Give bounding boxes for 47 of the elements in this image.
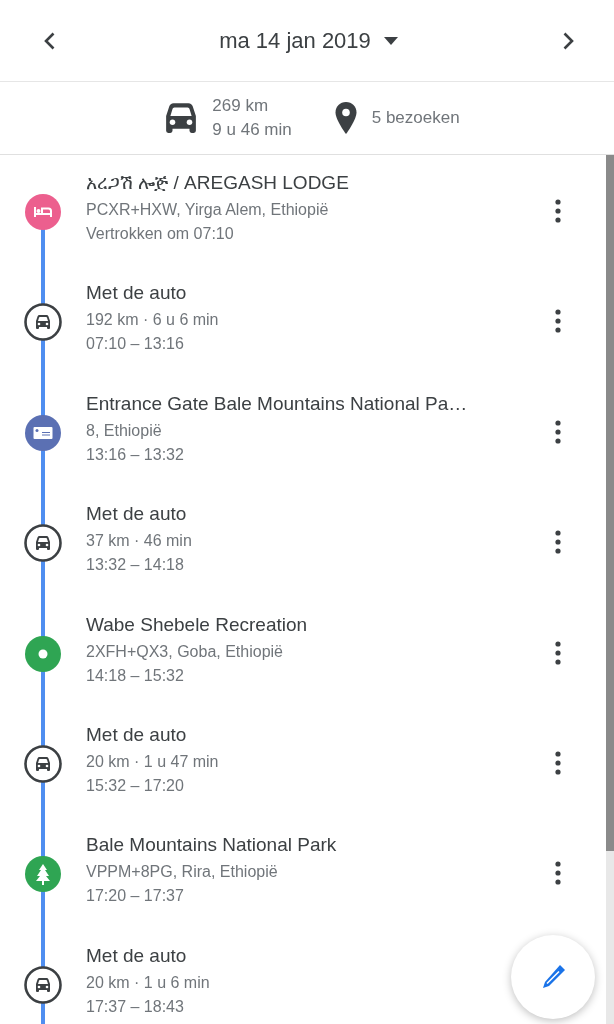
dropdown-icon: [382, 35, 399, 46]
car-icon: [164, 101, 199, 135]
place-address: PCXR+HXW, Yirga Alem, Ethiopië: [86, 200, 330, 220]
travel-mode: Met de auto: [86, 722, 188, 747]
more-vertical-icon: [555, 199, 561, 223]
time-range: 17:20 – 17:37: [86, 886, 185, 907]
time-range: 13:16 – 13:32: [86, 444, 185, 465]
more-vertical-icon: [555, 640, 561, 665]
travel-mode: Met de auto: [86, 943, 188, 968]
total-duration: 9 u 46 min: [212, 119, 292, 141]
place-name: Entrance Gate Bale Mountains National Pa…: [86, 391, 469, 416]
more-vertical-icon: [555, 750, 561, 775]
visit-count: 5 bezoeken: [371, 108, 460, 128]
distance-duration: 37 km · 46 min: [86, 531, 193, 552]
place-dot-icon: [25, 635, 61, 672]
more-vertical-icon: [555, 309, 561, 334]
car-icon: [24, 744, 62, 783]
time-range: Vertrokken om 07:10: [86, 224, 235, 244]
more-vertical-icon: [555, 861, 561, 886]
ticket-icon: [25, 414, 61, 451]
scrollbar-thumb[interactable]: [606, 155, 614, 851]
car-icon: [24, 965, 62, 1004]
distance-duration: 20 km · 1 u 6 min: [86, 972, 211, 993]
bed-icon: [25, 194, 61, 230]
place-name: Bale Mountains National Park: [86, 833, 338, 858]
total-distance: 269 km: [212, 95, 270, 117]
time-range: 14:18 – 15:32: [86, 665, 185, 686]
travel-mode: Met de auto: [86, 281, 188, 306]
tree-icon: [25, 856, 61, 893]
distance-duration: 20 km · 1 u 47 min: [86, 751, 220, 772]
time-range: 13:32 – 14:18: [86, 555, 185, 576]
car-icon: [24, 524, 62, 563]
place-address: 2XFH+QX3, Goba, Ethiopië: [86, 641, 284, 662]
location-pin-icon: [333, 101, 358, 135]
car-icon: [24, 303, 62, 342]
place-name: Wabe Shebele Recreation: [86, 612, 309, 637]
time-range: 07:10 – 13:16: [86, 334, 185, 355]
travel-mode: Met de auto: [86, 502, 188, 527]
time-range: 17:37 – 18:43: [86, 996, 185, 1017]
place-address: VPPM+8PG, Rira, Ethiopië: [86, 862, 279, 883]
place-address: 8, Ethiopië: [86, 420, 163, 441]
more-vertical-icon: [555, 530, 561, 555]
place-name: አረጋሽ ሎጅ / AREGASH LODGE: [86, 171, 350, 195]
distance-duration: 192 km · 6 u 6 min: [86, 310, 220, 331]
time-range: 15:32 – 17:20: [86, 775, 185, 796]
more-vertical-icon: [555, 419, 561, 444]
date-picker[interactable]: ma 14 jan 2019: [215, 23, 403, 58]
